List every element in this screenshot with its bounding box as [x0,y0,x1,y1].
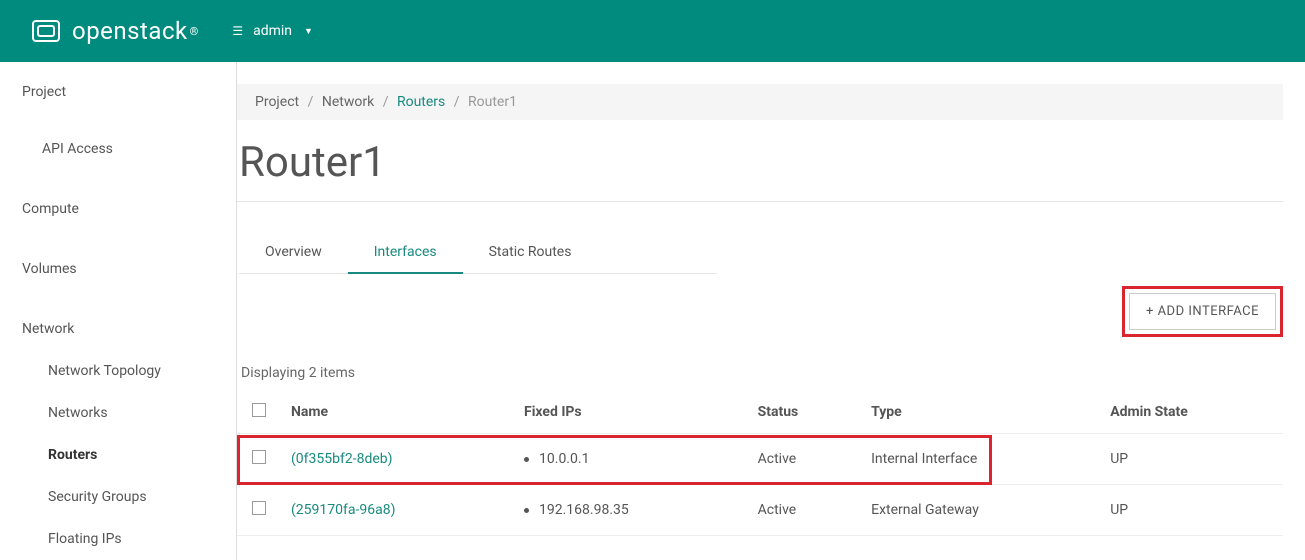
breadcrumb-sep: / [308,94,314,110]
tab-static-routes[interactable]: Static Routes [463,232,598,274]
interfaces-table: Name Fixed IPs Status Type Admin State (… [237,391,1283,536]
sidebar-item-network[interactable]: Network [0,308,236,350]
topbar: openstack ® ☰ admin ▼ [0,0,1305,62]
tab-overview[interactable]: Overview [239,232,348,274]
select-all-checkbox[interactable] [252,403,266,417]
title-divider [237,201,1283,202]
sidebar-item-api-access[interactable]: API Access [0,128,236,170]
tabs: Overview Interfaces Static Routes [239,232,1305,274]
breadcrumb: Project / Network / Routers / Router1 [237,84,1283,120]
table-row: (259170fa-96a8) 192.168.98.35 Active Ext… [237,485,1283,536]
list-icon: ☰ [232,24,243,38]
row-checkbox[interactable] [252,501,266,515]
status: Active [748,485,862,536]
sidebar-item-networks[interactable]: Networks [0,392,236,434]
sidebar-section-project[interactable]: Project [0,84,236,100]
breadcrumb-sep: / [454,94,460,110]
col-type: Type [861,391,1100,434]
breadcrumb-link-routers[interactable]: Routers [397,94,445,110]
admin-state: UP [1100,434,1283,485]
logo-text: openstack [72,17,188,45]
tab-interfaces[interactable]: Interfaces [348,232,463,274]
highlight-add-interface: + ADD INTERFACE [1122,286,1283,337]
bullet-icon [524,457,529,462]
logo-trademark: ® [190,25,199,38]
admin-state: UP [1100,485,1283,536]
sidebar-item-network-topology[interactable]: Network Topology [0,350,236,392]
breadcrumb-current: Router1 [468,94,517,110]
sidebar-item-floating-ips[interactable]: Floating IPs [0,518,236,560]
interface-link[interactable]: (259170fa-96a8) [291,502,395,518]
interface-link[interactable]: (0f355bf2-8deb) [291,451,393,467]
bullet-icon [524,508,529,513]
page-title: Router1 [239,138,1305,187]
col-fixed-ips: Fixed IPs [514,391,748,434]
fixed-ip: 10.0.0.1 [539,451,589,467]
openstack-icon [30,15,62,47]
fixed-ip: 192.168.98.35 [539,502,629,518]
sidebar-item-routers[interactable]: Routers [0,434,236,476]
items-count: Displaying 2 items [241,365,1305,381]
breadcrumb-part[interactable]: Network [322,94,374,110]
breadcrumb-part[interactable]: Project [255,94,299,110]
main-content: Project / Network / Routers / Router1 Ro… [237,62,1305,560]
status: Active [748,434,862,485]
col-name: Name [281,391,514,434]
sidebar-item-security-groups[interactable]: Security Groups [0,476,236,518]
project-selector[interactable]: ☰ admin ▼ [232,23,313,39]
chevron-down-icon: ▼ [304,26,313,37]
project-name: admin [253,23,292,39]
type: Internal Interface [861,434,1100,485]
sidebar-item-volumes[interactable]: Volumes [0,248,236,290]
type: External Gateway [861,485,1100,536]
sidebar-item-compute[interactable]: Compute [0,188,236,230]
row-checkbox[interactable] [252,450,266,464]
table-row: (0f355bf2-8deb) 10.0.0.1 Active Internal… [237,434,1283,485]
col-admin-state: Admin State [1100,391,1283,434]
logo[interactable]: openstack ® [30,15,198,47]
add-interface-button[interactable]: + ADD INTERFACE [1129,293,1276,330]
col-status: Status [748,391,862,434]
action-area: + ADD INTERFACE [237,286,1283,337]
sidebar: Project API Access Compute Volumes Netwo… [0,62,237,560]
breadcrumb-sep: / [383,94,389,110]
